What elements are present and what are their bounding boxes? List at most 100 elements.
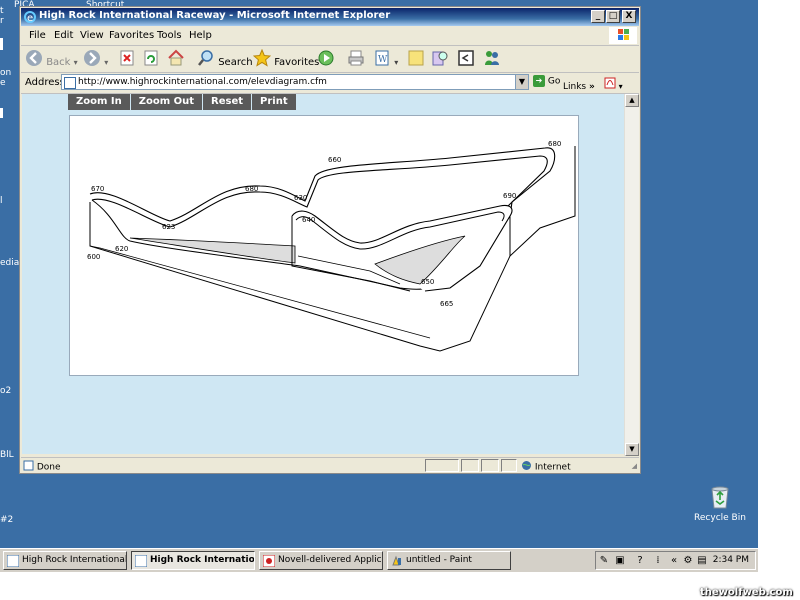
favorites-button[interactable]: Favorites bbox=[252, 48, 320, 69]
desktop-icon-label[interactable]: on bbox=[0, 68, 11, 78]
scroll-down-button[interactable]: ▼ bbox=[625, 443, 639, 456]
search-button[interactable]: Search bbox=[197, 49, 253, 69]
address-dropdown-button[interactable]: ▼ bbox=[515, 74, 529, 90]
messenger-window-button[interactable] bbox=[457, 49, 475, 69]
close-button[interactable]: X bbox=[622, 10, 636, 23]
go-button[interactable]: ➔ Go bbox=[533, 75, 560, 87]
menu-edit[interactable]: Edit bbox=[54, 30, 73, 41]
menu-favorites[interactable]: Favorites bbox=[109, 30, 154, 41]
elevation-label: 660 bbox=[328, 156, 341, 164]
zoom-out-button[interactable]: Zoom Out bbox=[130, 94, 204, 110]
pdf-icon[interactable] bbox=[604, 77, 616, 92]
desktop-icon-label[interactable]: #2 bbox=[0, 515, 13, 525]
vertical-scrollbar[interactable]: ▲ ▼ bbox=[624, 94, 639, 456]
printer-icon bbox=[347, 49, 365, 75]
taskbar-item[interactable]: untitled - Paint bbox=[387, 551, 511, 570]
status-text: Done bbox=[36, 462, 61, 473]
desktop-icon-label[interactable]: e bbox=[0, 78, 6, 88]
menu-bar: File Edit View Favorites Tools Help bbox=[21, 27, 639, 46]
desktop-icon[interactable] bbox=[0, 108, 3, 118]
status-bar: Done Internet ◢ bbox=[21, 457, 639, 474]
discuss-button[interactable] bbox=[407, 49, 425, 69]
status-text-wrap: Done bbox=[23, 460, 61, 474]
desktop-edge bbox=[758, 0, 800, 548]
print-diagram-button[interactable]: Print bbox=[252, 94, 297, 110]
forward-button[interactable]: ▾ bbox=[83, 49, 108, 69]
links-label: Links bbox=[563, 82, 587, 92]
research-button[interactable] bbox=[431, 49, 449, 69]
menu-tools[interactable]: Tools bbox=[157, 30, 182, 41]
address-input[interactable]: http://www.highrockinternational.com/ele… bbox=[61, 74, 517, 90]
display-icon[interactable]: ▣ bbox=[614, 555, 626, 567]
favorites-label: Favorites bbox=[274, 57, 320, 68]
maximize-button[interactable]: □ bbox=[606, 10, 620, 23]
menu-view[interactable]: View bbox=[80, 30, 104, 41]
edit-button[interactable]: W ▾ bbox=[373, 49, 398, 69]
volume-icon[interactable]: ⁞ bbox=[652, 555, 664, 567]
messenger-button[interactable] bbox=[483, 49, 501, 69]
ie-task-icon bbox=[134, 554, 148, 568]
back-button[interactable]: Back ▾ bbox=[25, 49, 78, 69]
back-dropdown-icon[interactable]: ▾ bbox=[74, 58, 78, 67]
desktop-icon-label[interactable]: o2 bbox=[0, 386, 11, 396]
refresh-icon bbox=[143, 49, 159, 75]
print-button[interactable] bbox=[347, 49, 365, 69]
desktop-icon-label[interactable]: r bbox=[0, 16, 4, 26]
elevation-label: 665 bbox=[440, 300, 453, 308]
windows-logo-icon bbox=[609, 27, 637, 44]
taskbar-item-label: High Rock International ... bbox=[22, 555, 127, 565]
taskbar-item[interactable]: High Rock International ... bbox=[3, 551, 127, 570]
menu-help[interactable]: Help bbox=[189, 30, 212, 41]
pen-icon[interactable]: ✎ bbox=[598, 555, 610, 567]
desktop-icon-label[interactable]: t bbox=[0, 6, 4, 16]
paint-icon bbox=[391, 555, 403, 567]
zoom-in-button[interactable]: Zoom In bbox=[68, 94, 131, 110]
address-label: Address bbox=[25, 77, 65, 88]
title-bar[interactable]: e High Rock International Raceway - Micr… bbox=[21, 8, 639, 26]
recycle-bin[interactable]: Recycle Bin bbox=[690, 485, 750, 523]
status-segment bbox=[501, 459, 517, 472]
home-icon bbox=[167, 49, 185, 75]
taskbar-item-label: untitled - Paint bbox=[406, 555, 472, 565]
taskbar-item-label: High Rock Internatio... bbox=[150, 555, 255, 565]
taskbar-item-label: Novell-delivered Applicati... bbox=[278, 555, 382, 565]
resize-grip-icon[interactable]: ◢ bbox=[632, 462, 637, 470]
taskbar-item-active[interactable]: High Rock Internatio... bbox=[131, 551, 255, 570]
chevron-left-icon[interactable]: « bbox=[668, 555, 680, 567]
scroll-up-button[interactable]: ▲ bbox=[625, 94, 639, 107]
screen-margin bbox=[0, 572, 800, 600]
desktop-icon-label[interactable]: BlL bbox=[0, 450, 14, 460]
window-title: High Rock International Raceway - Micros… bbox=[39, 10, 391, 21]
note-icon bbox=[407, 49, 425, 75]
svg-text:e: e bbox=[27, 13, 33, 24]
elevation-diagram-svg: 600 620 623 630 640 650 660 665 670 680 … bbox=[87, 140, 576, 352]
monitor-icon[interactable]: ▤ bbox=[696, 555, 708, 567]
edit-dropdown-icon[interactable]: ▾ bbox=[394, 58, 398, 67]
system-tray: ✎ ▣ ? ⁞ « ⚙ ▤ 2:34 PM bbox=[595, 551, 756, 570]
status-segment bbox=[425, 459, 459, 472]
recycle-bin-icon bbox=[709, 485, 731, 509]
elevation-label: 670 bbox=[91, 185, 104, 193]
minimize-button[interactable]: _ bbox=[591, 10, 605, 23]
stop-button[interactable] bbox=[119, 49, 135, 69]
refresh-button[interactable] bbox=[143, 49, 159, 69]
clock[interactable]: 2:34 PM bbox=[713, 555, 749, 565]
home-button[interactable] bbox=[167, 49, 185, 69]
desktop-icon-label[interactable]: edia bbox=[0, 258, 19, 268]
elevation-diagram[interactable]: 600 620 623 630 640 650 660 665 670 680 … bbox=[69, 115, 579, 376]
desktop-icon-label[interactable]: l bbox=[0, 196, 3, 206]
chevron-down-icon[interactable]: ▾ bbox=[619, 82, 623, 91]
svg-text:W: W bbox=[378, 55, 388, 65]
menu-file[interactable]: File bbox=[29, 30, 46, 41]
elevation-label: 600 bbox=[87, 253, 100, 261]
go-label: Go bbox=[547, 76, 561, 87]
desktop-icon[interactable] bbox=[0, 38, 3, 50]
network-icon[interactable]: ⚙ bbox=[682, 555, 694, 567]
help-icon[interactable]: ? bbox=[634, 555, 646, 567]
media-button[interactable] bbox=[317, 49, 335, 69]
reset-button[interactable]: Reset bbox=[203, 94, 253, 110]
ie-task-icon bbox=[6, 554, 20, 568]
taskbar-item[interactable]: Novell-delivered Applicati... bbox=[259, 551, 383, 570]
links-button[interactable]: Links » ▾ bbox=[563, 77, 623, 92]
forward-dropdown-icon[interactable]: ▾ bbox=[104, 58, 108, 67]
